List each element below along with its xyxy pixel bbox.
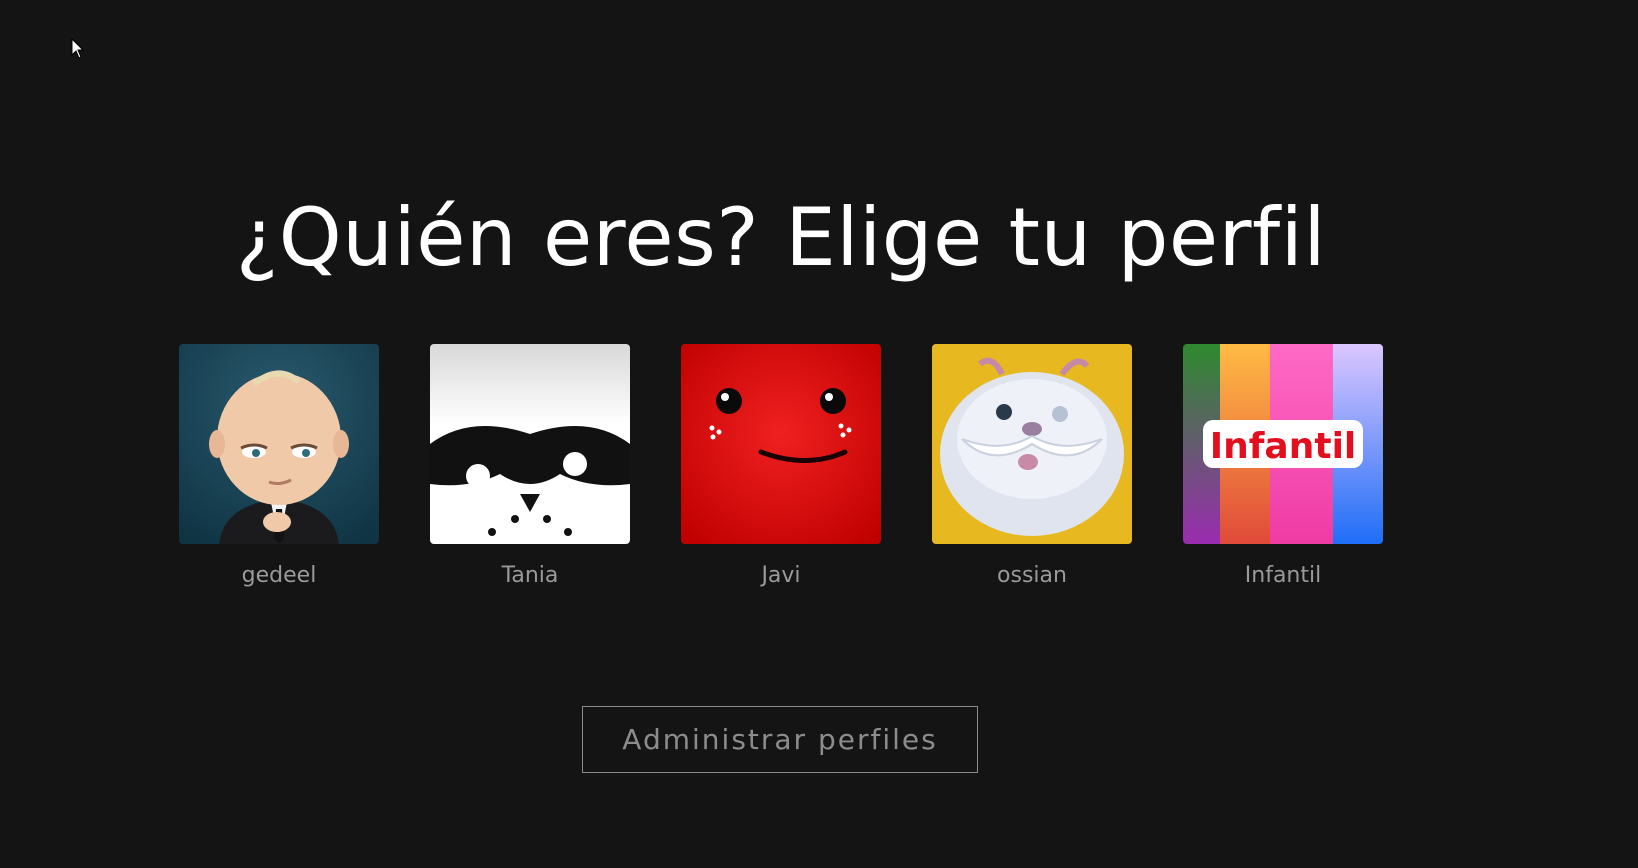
profile-gedeel[interactable]: gedeel <box>179 344 379 590</box>
profile-name: ossian <box>997 563 1067 588</box>
infantil-logo-text: Infantil <box>1210 426 1357 467</box>
red-fluffy-monster-avatar[interactable] <box>681 344 881 544</box>
white-furry-creature-avatar[interactable] <box>932 344 1132 544</box>
profile-javi[interactable]: Javi <box>681 344 881 590</box>
mouse-pointer-icon <box>71 38 85 59</box>
raccoon-mask-avatar[interactable] <box>430 344 630 544</box>
profile-name: Javi <box>761 563 801 588</box>
profile-ossian[interactable]: ossian <box>932 344 1132 590</box>
profile-name: gedeel <box>241 563 317 588</box>
profile-name: Tania <box>501 563 559 588</box>
manage-profiles-button[interactable]: Administrar perfiles <box>582 706 978 773</box>
profile-infantil[interactable]: Infantil Infantil <box>1183 344 1383 590</box>
profile-selection-screen: ¿Quién eres? Elige tu perfil gedeel Tani… <box>0 0 1638 868</box>
page-title: ¿Quién eres? Elige tu perfil <box>235 191 1327 284</box>
profile-tania[interactable]: Tania <box>430 344 630 590</box>
boss-baby-avatar[interactable] <box>179 344 379 544</box>
profile-list: gedeel Tania Javi ossian Infantil Infant… <box>179 344 1383 590</box>
kids-stripes-avatar[interactable]: Infantil <box>1183 344 1383 544</box>
profile-name: Infantil <box>1244 563 1322 588</box>
